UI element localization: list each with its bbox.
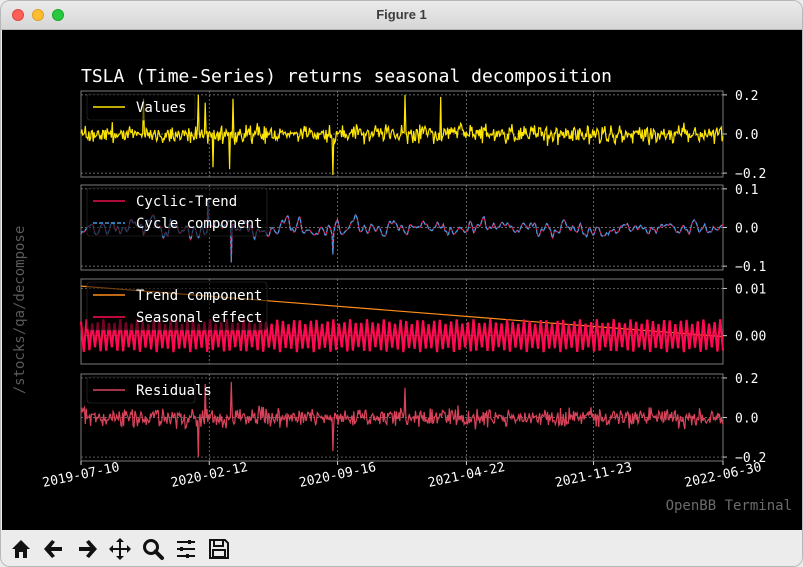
y-tick-label: −0.2 (735, 167, 766, 182)
watermark: OpenBB Terminal (666, 498, 792, 514)
pan-button[interactable] (106, 535, 134, 563)
legend-label: Seasonal effect (136, 310, 262, 326)
y-tick-label: 0.01 (735, 282, 766, 297)
panel-values: 0.2 0.0 −0.2 Values (80, 89, 766, 182)
forward-button[interactable] (73, 535, 101, 563)
legend-residuals: Residuals (86, 376, 212, 404)
y-tick-label: 0.2 (735, 372, 758, 387)
save-icon (209, 539, 229, 559)
figure-canvas[interactable]: TSLA (Time-Series) returns seasonal deco… (2, 30, 802, 530)
chart-title: TSLA (Time-Series) returns seasonal deco… (81, 66, 612, 87)
panel-trend: 0.01 0.00 Trend component Seasonal effect (79, 278, 766, 365)
x-axis: 2019-07-10 2020-02-12 2020-09-16 2021-04-22… (41, 460, 763, 491)
y-tick-label: 0.00 (735, 330, 766, 345)
y-tick-label: 0.2 (735, 89, 758, 104)
y-tick-label: 0.0 (735, 128, 758, 143)
y-tick-label: 0.0 (735, 412, 758, 427)
home-button[interactable] (7, 535, 35, 563)
legend-label: Trend component (136, 288, 262, 304)
decomposition-chart: TSLA (Time-Series) returns seasonal deco… (12, 66, 792, 514)
forward-icon (79, 540, 97, 558)
back-icon (44, 540, 62, 558)
legend-values: Values (86, 93, 196, 121)
y-tick-label: 0.0 (735, 222, 758, 237)
navigation-toolbar (2, 530, 802, 566)
panel-cycle: 0.1 0.0 −0.1 Cyclic-Trend Cycle component (80, 183, 766, 275)
legend-trend: Trend component Seasonal effect (86, 281, 268, 331)
legend-label: Cyclic-Trend (136, 194, 237, 210)
zoom-icon (143, 539, 164, 560)
legend-label: Cycle component (136, 216, 262, 232)
window-title: Figure 1 (376, 7, 427, 22)
figure-window: Figure 1 TSLA (Time-Series) returns seas… (0, 0, 803, 567)
panel-residuals: 0.20.0−0.2Residuals (80, 372, 766, 466)
y-tick-label: −0.1 (735, 260, 766, 275)
save-button[interactable] (205, 535, 233, 563)
legend-cycle: Cyclic-Trend Cycle component (86, 187, 268, 237)
legend-label: Residuals (136, 383, 212, 399)
configure-subplots-icon (177, 540, 195, 558)
chart-ylabel: /stocks/qa/decompose (12, 226, 28, 395)
title-bar: Figure 1 (1, 1, 802, 30)
y-tick-label: 0.1 (735, 183, 758, 198)
panels-group: 0.20.0−0.2Values0.10.0−0.1Cyclic-TrendCy… (79, 89, 766, 466)
configure-subplots-button[interactable] (172, 535, 200, 563)
home-icon (12, 540, 30, 558)
zoom-button[interactable] (139, 535, 167, 563)
legend-label: Values (136, 100, 187, 116)
pan-icon (109, 538, 131, 560)
back-button[interactable] (40, 535, 68, 563)
